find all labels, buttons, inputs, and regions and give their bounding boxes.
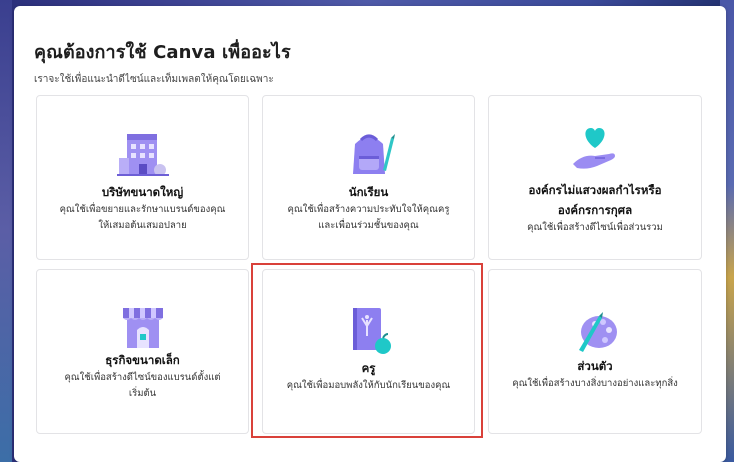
option-card-teacher[interactable]: ครู คุณใช้เพื่อมอบพลังให้กับนักเรียนของค…: [262, 269, 475, 434]
option-card-large-company[interactable]: บริษัทขนาดใหญ่ คุณใช้เพื่อขยายและรักษาแบ…: [36, 95, 249, 260]
option-description-line2: เริ่มต้น: [128, 388, 157, 399]
option-title-line2: องค์กรการกุศล: [557, 203, 633, 217]
backpack-pencil-icon: [352, 134, 395, 174]
paint-palette-icon: [579, 312, 617, 352]
option-card-personal[interactable]: ส่วนตัว คุณใช้เพื่อสร้างบางสิ่งบางอย่างแ…: [488, 269, 702, 434]
option-description-line1: คุณใช้เพื่อสร้างบางสิ่งบางอย่างและทุกสิ่…: [512, 378, 678, 389]
option-title: บริษัทขนาดใหญ่: [101, 185, 184, 199]
option-description-line1: คุณใช้เพื่อขยายและรักษาแบรนด์ของคุณ: [59, 204, 226, 215]
storefront-icon: [122, 308, 163, 348]
option-description-line2: ให้เสมอต้นเสมอปลาย: [98, 220, 187, 231]
option-description-line1: คุณใช้เพื่อสร้างความประทับใจให้คุณครู: [287, 204, 450, 215]
option-description-line1: คุณใช้เพื่อมอบพลังให้กับนักเรียนของคุณ: [286, 380, 451, 391]
usage-dialog: คุณต้องการใช้ Canva เพื่ออะไร เราจะใช้เพ…: [14, 6, 726, 462]
option-title: ครู: [361, 361, 376, 375]
office-building-icon: [116, 134, 169, 176]
option-title: นักเรียน: [348, 185, 389, 199]
option-description-line1: คุณใช้เพื่อสร้างดีไซน์เพื่อส่วนรวม: [527, 222, 663, 233]
option-card-small-business[interactable]: ธุรกิจขนาดเล็ก คุณใช้เพื่อสร้างดีไซน์ของ…: [36, 269, 249, 434]
option-card-student[interactable]: นักเรียน คุณใช้เพื่อสร้างความประทับใจให้…: [262, 95, 475, 260]
book-apple-icon: [352, 308, 391, 354]
dialog-subtitle: เราจะใช้เพื่อแนะนำดีไซน์และเท็มเพลตให้คุ…: [34, 74, 274, 85]
background-left-edge: [0, 0, 12, 462]
heart-hand-icon: [573, 128, 615, 169]
dialog-title: คุณต้องการใช้ Canva เพื่ออะไร: [34, 42, 291, 63]
option-description-line2: และเพื่อนร่วมชั้นของคุณ: [318, 220, 419, 231]
option-title-line1: องค์กรไม่แสวงผลกำไรหรือ: [528, 183, 662, 197]
option-card-nonprofit[interactable]: องค์กรไม่แสวงผลกำไรหรือ องค์กรการกุศล คุ…: [488, 95, 702, 260]
option-description-line1: คุณใช้เพื่อสร้างดีไซน์ของแบรนด์ตั้งแต่: [64, 372, 221, 383]
option-title: ธุรกิจขนาดเล็ก: [105, 353, 180, 367]
option-title: ส่วนตัว: [577, 359, 613, 373]
